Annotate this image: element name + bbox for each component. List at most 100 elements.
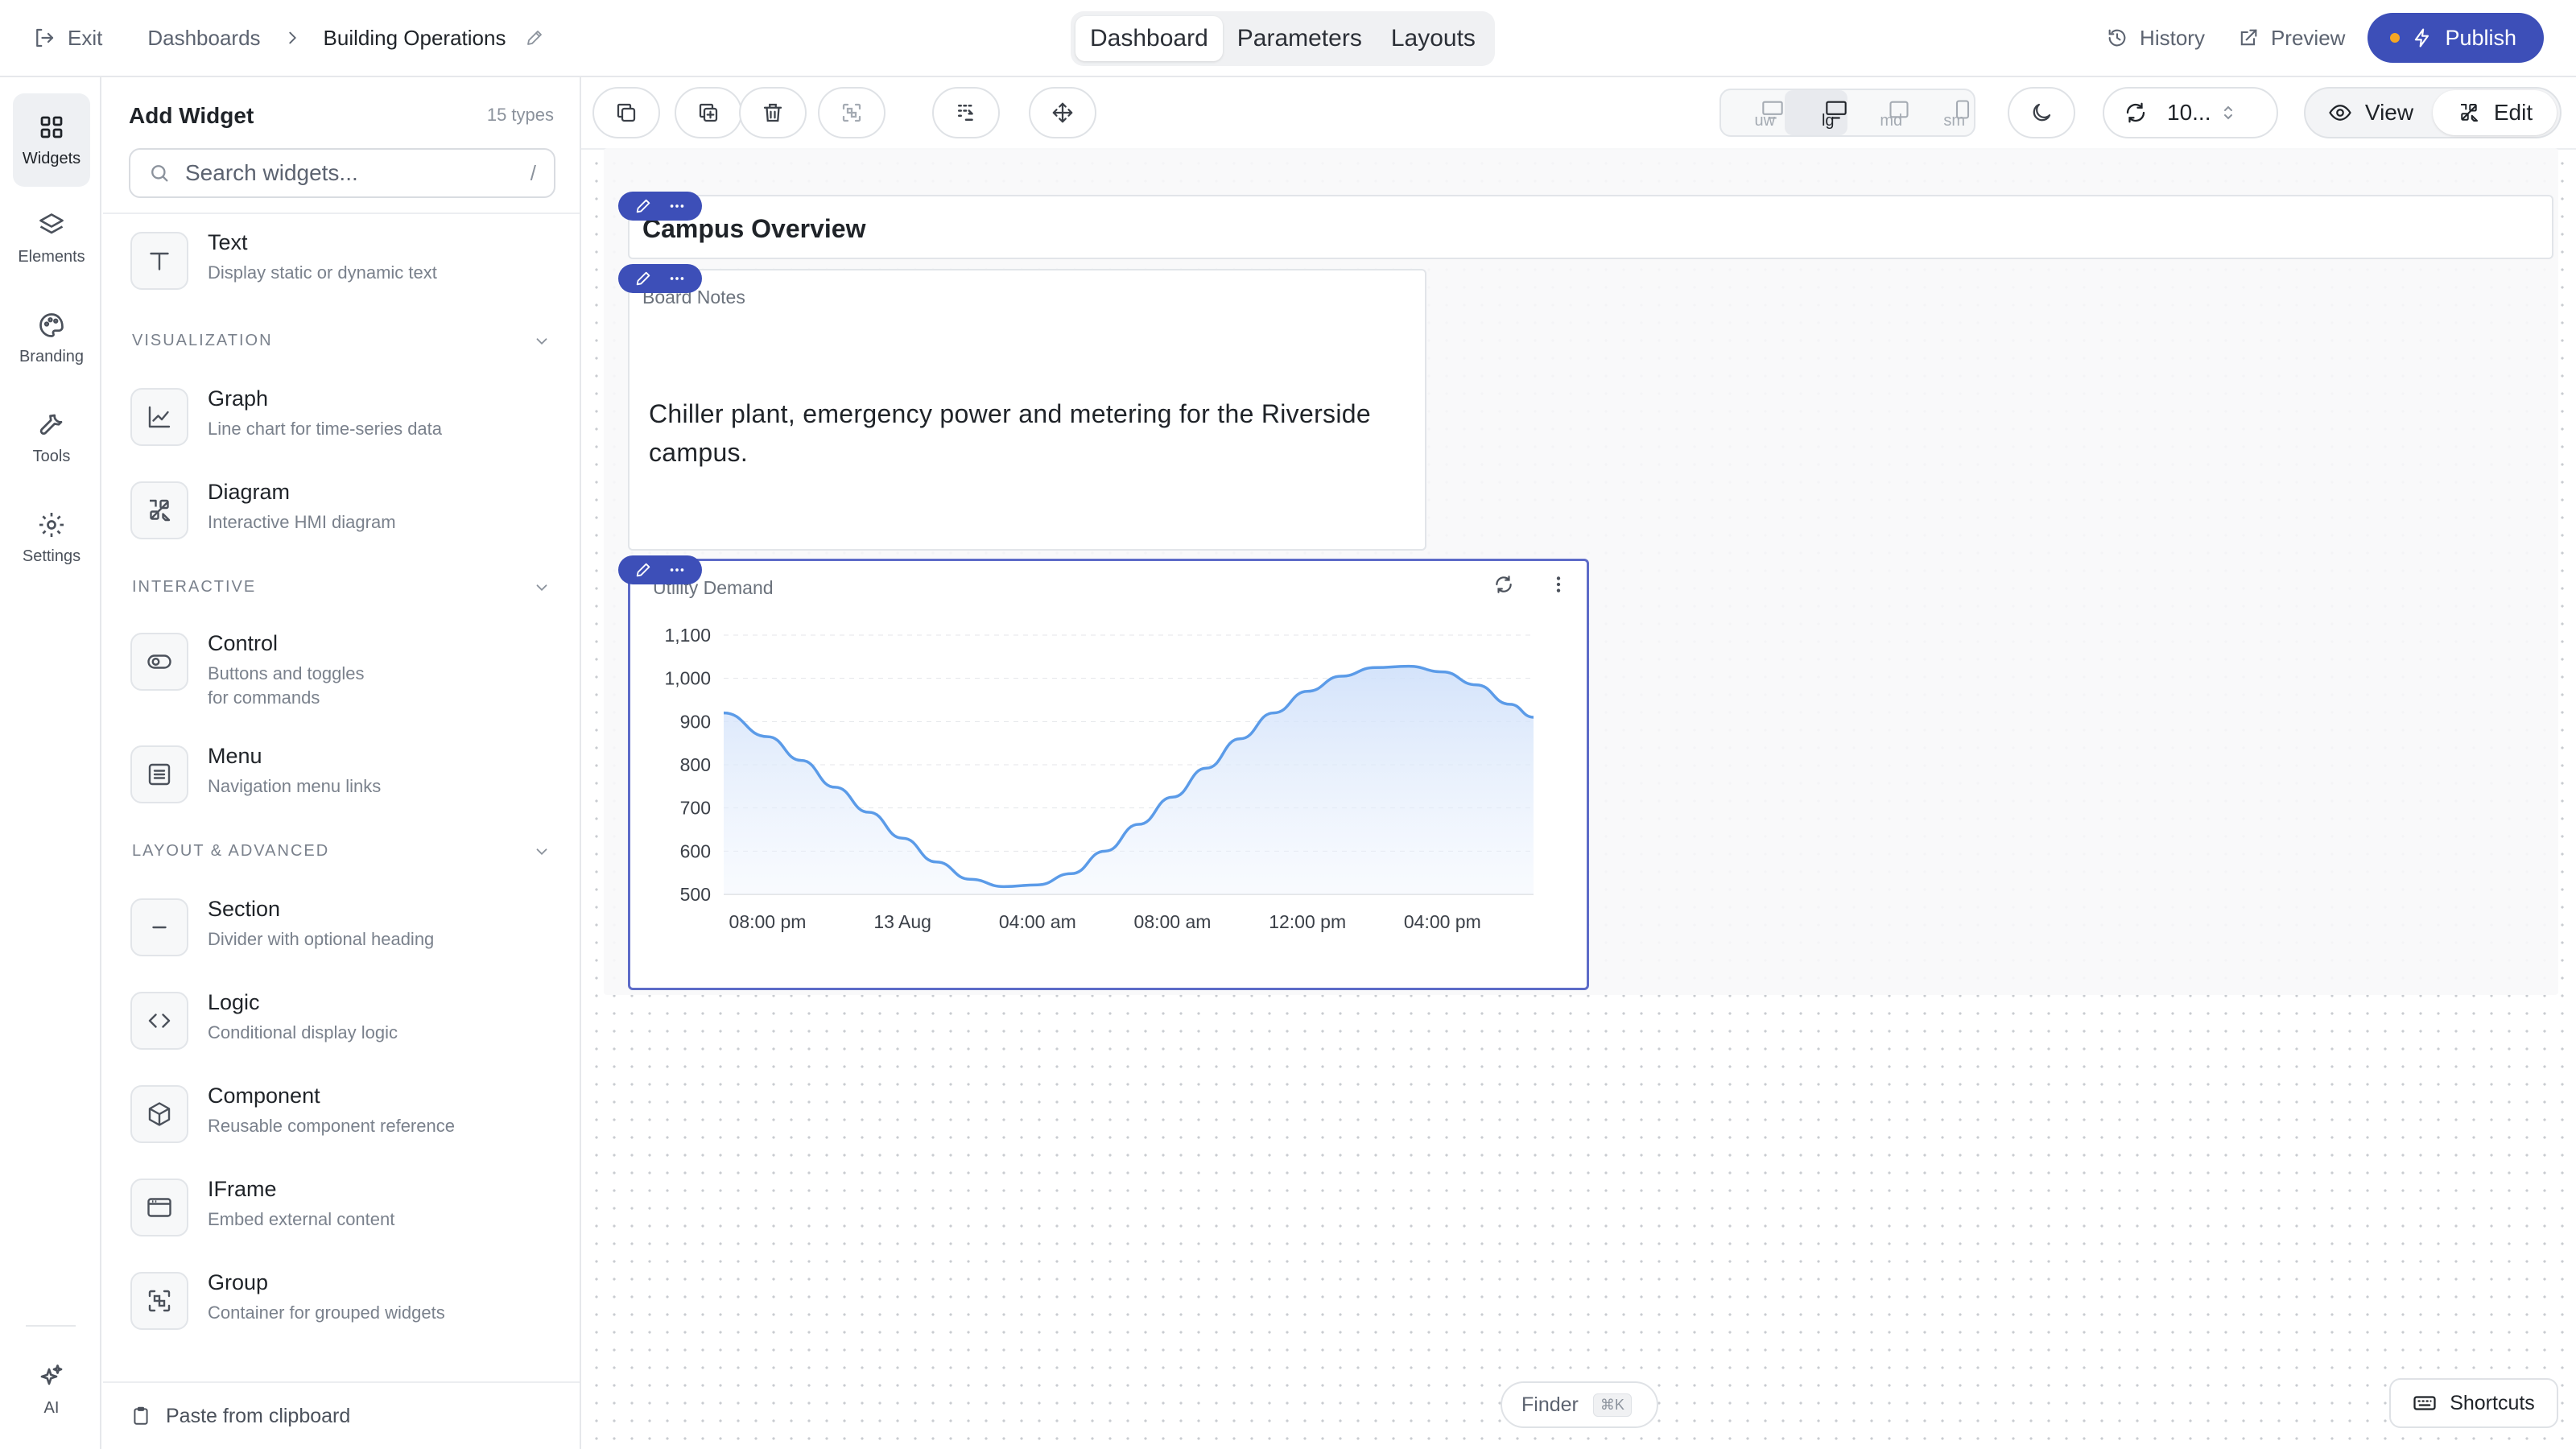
- more-vertical-icon[interactable]: [1548, 574, 1569, 595]
- line-chart-icon: [145, 402, 174, 431]
- palette-icon: [37, 311, 66, 340]
- x-tick-label: 04:00 am: [999, 911, 1076, 932]
- board-notes-widget[interactable]: Board Notes Chiller plant, emergency pow…: [628, 269, 1426, 551]
- breakpoint-selector: uw lg md sm: [1719, 89, 1975, 137]
- edit-label: Edit: [2493, 100, 2533, 125]
- rail-item-settings[interactable]: Settings: [13, 491, 90, 584]
- menu-widget-icon-box: [130, 745, 188, 803]
- copy-button[interactable]: [592, 87, 660, 138]
- breakpoint-uw[interactable]: uw: [1721, 90, 1785, 135]
- breakpoint-md[interactable]: md: [1847, 90, 1911, 135]
- rename-pencil-icon[interactable]: [525, 28, 544, 47]
- cube-icon: [145, 1100, 174, 1129]
- lightning-icon: [2411, 27, 2434, 49]
- more-horizontal-icon: [668, 197, 686, 215]
- utility-demand-widget[interactable]: Utility Demand 500 600 700 800 900 1,000 1,100…: [628, 559, 1589, 990]
- exit-button[interactable]: Exit: [32, 26, 102, 51]
- minus-icon: [145, 913, 174, 942]
- breakpoint-sm[interactable]: sm: [1911, 90, 1975, 135]
- widget-text[interactable]: Text Display static or dynamic text: [130, 225, 565, 298]
- widget-name: Control: [208, 631, 279, 655]
- move-button[interactable]: [1029, 87, 1096, 138]
- group-frame-icon: [145, 1286, 174, 1315]
- preview-button[interactable]: Preview: [2237, 26, 2345, 51]
- logic-widget-icon-box: [130, 992, 188, 1050]
- title-widget-handle[interactable]: [618, 192, 702, 221]
- x-tick-label: 04:00 pm: [1404, 911, 1481, 932]
- widget-name: IFrame: [208, 1177, 277, 1201]
- publish-button[interactable]: Publish: [2368, 13, 2544, 63]
- widget-name: Component: [208, 1084, 320, 1108]
- view-mode-button[interactable]: View: [2309, 90, 2433, 135]
- breadcrumb-dashboards[interactable]: Dashboards: [147, 26, 260, 51]
- widget-group[interactable]: Group Container for grouped widgets: [130, 1265, 565, 1338]
- canvas-toolbar: uw lg md sm 10... View Edit: [581, 77, 2576, 150]
- widget-diagram[interactable]: Diagram Interactive HMI diagram: [130, 475, 565, 547]
- widget-iframe[interactable]: IFrame Embed external content: [130, 1172, 565, 1245]
- rail-item-ai[interactable]: AI: [13, 1343, 90, 1436]
- y-tick-label: 600: [680, 840, 711, 861]
- grid-icon: [37, 113, 66, 142]
- rail-item-elements[interactable]: Elements: [13, 192, 90, 285]
- history-button[interactable]: History: [2106, 26, 2205, 51]
- tab-dashboard[interactable]: Dashboard: [1075, 16, 1223, 61]
- group-frame-icon: [840, 101, 864, 125]
- duplicate-plus-icon: [696, 101, 720, 125]
- paste-label: Paste from clipboard: [166, 1404, 351, 1427]
- preview-label: Preview: [2270, 25, 2346, 50]
- section-layout-advanced[interactable]: LAYOUT & ADVANCED: [132, 842, 551, 861]
- exit-icon: [32, 26, 56, 50]
- title-widget[interactable]: Campus Overview: [628, 195, 2553, 259]
- section-label: INTERACTIVE: [132, 578, 257, 596]
- widget-desc: Line chart for time-series data: [208, 419, 443, 439]
- auto-arrange-button[interactable]: [932, 87, 1000, 138]
- widget-name: Section: [208, 897, 281, 921]
- notes-widget-handle[interactable]: [618, 264, 702, 293]
- refresh-icon: [2124, 101, 2148, 125]
- section-widget-icon-box: [130, 898, 188, 956]
- y-tick-label: 500: [680, 884, 711, 905]
- refresh-icon[interactable]: [1493, 574, 1514, 595]
- toggle-icon: [145, 647, 174, 676]
- rail-item-branding[interactable]: Branding: [13, 291, 90, 385]
- chevron-down-icon: [533, 579, 551, 597]
- paste-from-clipboard-button[interactable]: Paste from clipboard: [103, 1381, 580, 1449]
- phone-icon: [1951, 100, 1974, 119]
- widget-control[interactable]: Control Buttons and toggles for commands: [130, 626, 565, 715]
- tab-parameters[interactable]: Parameters: [1223, 16, 1377, 61]
- rail-item-widgets[interactable]: Widgets: [13, 93, 90, 187]
- demand-area-fill: [724, 666, 1534, 894]
- tab-layouts[interactable]: Layouts: [1377, 16, 1490, 61]
- breadcrumb-current: Building Operations: [323, 25, 506, 50]
- widget-desc: Divider with optional heading: [208, 929, 435, 949]
- duplicate-button[interactable]: [675, 87, 742, 138]
- search-placeholder: Search widgets...: [185, 160, 358, 185]
- breakpoint-lg[interactable]: lg: [1784, 90, 1847, 135]
- delete-button[interactable]: [739, 87, 807, 138]
- chevron-right-icon: [283, 29, 301, 47]
- keyboard-icon: [2413, 1391, 2437, 1415]
- rail-item-tools[interactable]: Tools: [13, 391, 90, 485]
- group-selection-button[interactable]: [818, 87, 886, 138]
- trash-icon: [761, 101, 785, 125]
- widget-component[interactable]: Component Reusable component reference: [130, 1079, 565, 1151]
- utility-demand-chart: 500 600 700 800 900 1,000 1,100 08:00 pm 13 Aug 0…: [664, 625, 1534, 932]
- widget-section[interactable]: Section Divider with optional heading: [130, 892, 565, 964]
- section-interactive[interactable]: INTERACTIVE: [132, 578, 551, 597]
- pencil-icon: [634, 561, 652, 579]
- widget-logic[interactable]: Logic Conditional display logic: [130, 985, 565, 1058]
- search-widgets-input[interactable]: Search widgets... /: [129, 148, 555, 198]
- section-visualization[interactable]: VISUALIZATION: [132, 332, 551, 350]
- finder-button[interactable]: Finder ⌘K: [1501, 1381, 1658, 1428]
- shortcuts-button[interactable]: Shortcuts: [2389, 1378, 2558, 1428]
- edit-mode-button[interactable]: Edit: [2433, 90, 2557, 135]
- widget-menu[interactable]: Menu Navigation menu links: [130, 739, 565, 811]
- widget-graph[interactable]: Graph Line chart for time-series data: [130, 382, 565, 454]
- arrange-grid-icon: [954, 101, 978, 125]
- dark-mode-toggle[interactable]: [2008, 87, 2075, 138]
- section-label: VISUALIZATION: [132, 332, 273, 349]
- group-widget-icon-box: [130, 1272, 188, 1330]
- widget-desc-line: for commands: [208, 687, 320, 708]
- chart-widget-handle[interactable]: [618, 555, 702, 584]
- refresh-interval-select[interactable]: 10...: [2103, 87, 2278, 138]
